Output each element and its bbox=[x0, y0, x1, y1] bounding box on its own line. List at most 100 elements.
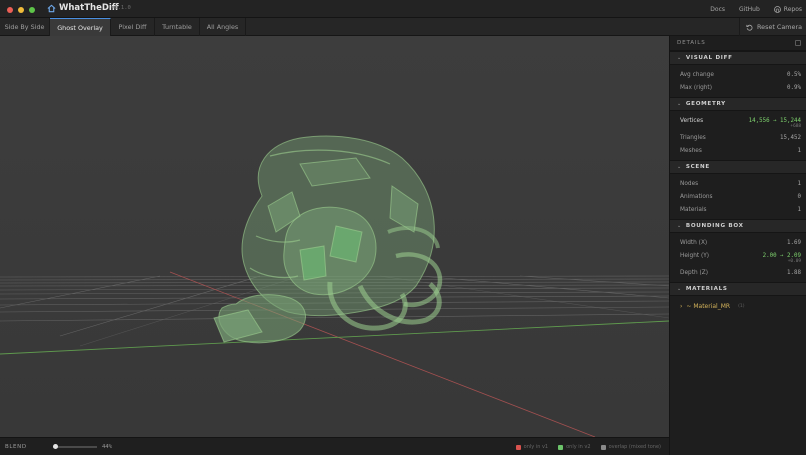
reset-camera-label: Reset Camera bbox=[757, 23, 802, 31]
section-bounding-box-title: BOUNDING BOX bbox=[685, 223, 744, 229]
vertices-value: 14,556 → 15,244 bbox=[748, 117, 801, 124]
app-title: WhatTheDiff bbox=[59, 3, 119, 13]
avg-change-row: Avg change 0.5% bbox=[670, 68, 806, 81]
chevron-down-icon: ⌄ bbox=[677, 164, 682, 170]
depth-value: 1.88 bbox=[787, 269, 801, 276]
depth-row: Depth (Z) 1.88 bbox=[670, 266, 806, 279]
max-change-label: Max (right) bbox=[680, 84, 712, 91]
docs-link[interactable]: Docs bbox=[710, 6, 725, 13]
tab-ghost-overlay[interactable]: Ghost Overlay bbox=[50, 18, 111, 36]
avg-change-label: Avg change bbox=[680, 71, 714, 78]
legend-only-v1-label: only in v1 bbox=[523, 444, 549, 450]
blend-label: BLEND bbox=[5, 444, 27, 450]
home-icon[interactable] bbox=[47, 4, 56, 13]
red-swatch-icon bbox=[515, 444, 521, 450]
github-link-label: GitHub bbox=[739, 5, 760, 13]
legend-overlap: overlap (mixed tone) bbox=[600, 444, 661, 450]
legend-only-v2-label: only in v2 bbox=[566, 444, 591, 450]
top-links: Docs GitHub Repos bbox=[710, 0, 802, 18]
view-mode-tabs: Side By Side Ghost Overlay Pixel Diff Tu… bbox=[0, 18, 806, 36]
nodes-row: Nodes 1 bbox=[670, 177, 806, 190]
scene-body: Nodes 1 Animations 0 Materials 1 bbox=[670, 174, 806, 219]
github-link[interactable]: GitHub bbox=[739, 6, 760, 13]
tab-all-angles[interactable]: All Angles bbox=[200, 18, 246, 36]
blend-slider-thumb[interactable] bbox=[53, 444, 58, 449]
chevron-down-icon: ⌄ bbox=[677, 55, 682, 61]
height-value: 2.00 → 2.09 bbox=[762, 252, 801, 259]
height-delta: +0.09 bbox=[787, 259, 801, 264]
section-visual-diff[interactable]: ⌄ VISUAL DIFF bbox=[670, 51, 806, 65]
scene-canvas[interactable] bbox=[0, 36, 669, 437]
nodes-value: 1 bbox=[797, 180, 802, 187]
tab-pixel-diff[interactable]: Pixel Diff bbox=[111, 18, 155, 36]
tab-side-by-side[interactable]: Side By Side bbox=[0, 18, 50, 36]
close-window-button[interactable] bbox=[7, 7, 13, 13]
nodes-label: Nodes bbox=[680, 180, 699, 187]
section-scene[interactable]: ⌄ SCENE bbox=[670, 160, 806, 174]
animations-row: Animations 0 bbox=[670, 190, 806, 203]
docs-link-label: Docs bbox=[710, 5, 725, 13]
section-geometry-title: GEOMETRY bbox=[685, 101, 726, 107]
sidebar-header: DETAILS bbox=[670, 36, 806, 51]
blend-bar: BLEND 44% only in v1 only in v2 overlap … bbox=[0, 437, 669, 455]
section-materials-title: MATERIALS bbox=[685, 286, 728, 292]
meshes-label: Meshes bbox=[680, 147, 702, 154]
height-label: Height (Y) bbox=[680, 252, 710, 259]
legend-only-v2: only in v2 bbox=[558, 444, 591, 450]
app-version: v0.1.0 bbox=[111, 5, 131, 11]
collapse-panel-icon[interactable] bbox=[795, 40, 801, 46]
materials-count-label: Materials bbox=[680, 206, 707, 213]
green-swatch-icon bbox=[558, 444, 564, 450]
material-item[interactable]: › ~ Material_MR (1) bbox=[670, 299, 806, 313]
depth-label: Depth (Z) bbox=[680, 269, 708, 276]
title-bar: WhatTheDiff v0.1.0 Docs GitHub Repos bbox=[0, 0, 806, 18]
max-change-value: 0.9% bbox=[787, 84, 801, 91]
materials-body: › ~ Material_MR (1) bbox=[670, 296, 806, 316]
max-change-row: Max (right) 0.9% bbox=[670, 81, 806, 94]
triangles-row: Triangles 15,452 bbox=[670, 131, 806, 144]
width-row: Width (X) 1.69 bbox=[670, 236, 806, 249]
avg-change-value: 0.5% bbox=[787, 71, 801, 78]
chevron-down-icon: ⌄ bbox=[677, 286, 682, 292]
section-bounding-box[interactable]: ⌄ BOUNDING BOX bbox=[670, 219, 806, 233]
visual-diff-body: Avg change 0.5% Max (right) 0.9% bbox=[670, 65, 806, 97]
reset-camera-button[interactable]: Reset Camera bbox=[739, 18, 802, 36]
3d-viewport[interactable] bbox=[0, 36, 669, 437]
section-materials[interactable]: ⌄ MATERIALS bbox=[670, 282, 806, 296]
width-label: Width (X) bbox=[680, 239, 708, 246]
details-sidebar: DETAILS ⌄ VISUAL DIFF Avg change 0.5% Ma… bbox=[669, 36, 806, 455]
vertices-delta: +688 bbox=[790, 124, 801, 129]
chevron-right-icon[interactable]: › bbox=[680, 303, 682, 310]
minimize-window-button[interactable] bbox=[18, 7, 24, 13]
materials-count-value: 1 bbox=[797, 206, 802, 213]
legend-overlap-label: overlap (mixed tone) bbox=[608, 444, 661, 450]
repos-link-label: Repos bbox=[783, 5, 802, 13]
section-visual-diff-title: VISUAL DIFF bbox=[685, 55, 733, 61]
blend-value: 44% bbox=[102, 444, 112, 450]
meshes-value: 1 bbox=[797, 147, 802, 154]
repos-link[interactable]: Repos bbox=[773, 5, 802, 13]
tab-turntable[interactable]: Turntable bbox=[155, 18, 200, 36]
materials-count-row: Materials 1 bbox=[670, 203, 806, 216]
material-count: (1) bbox=[738, 303, 745, 309]
vertices-label: Vertices bbox=[680, 117, 704, 124]
blend-slider-track[interactable] bbox=[53, 446, 97, 448]
section-scene-title: SCENE bbox=[685, 164, 710, 170]
width-value: 1.69 bbox=[787, 239, 801, 246]
maximize-window-button[interactable] bbox=[29, 7, 35, 13]
chevron-down-icon: ⌄ bbox=[677, 223, 682, 229]
animations-value: 0 bbox=[797, 193, 802, 200]
sidebar-title: DETAILS bbox=[677, 40, 706, 46]
gray-swatch-icon bbox=[600, 444, 606, 450]
triangles-label: Triangles bbox=[680, 134, 706, 141]
github-icon bbox=[773, 5, 781, 13]
bounding-box-body: Width (X) 1.69 Height (Y) 2.00 → 2.09 +0… bbox=[670, 233, 806, 282]
reset-icon bbox=[746, 24, 753, 31]
section-geometry[interactable]: ⌄ GEOMETRY bbox=[670, 97, 806, 111]
meshes-row: Meshes 1 bbox=[670, 144, 806, 157]
material-name: ~ Material_MR bbox=[686, 302, 731, 310]
legend-only-v1: only in v1 bbox=[515, 444, 549, 450]
diff-legend: only in v1 only in v2 overlap (mixed ton… bbox=[515, 438, 661, 455]
triangles-value: 15,452 bbox=[780, 134, 801, 141]
geometry-body: Vertices 14,556 → 15,244 +688 Triangles … bbox=[670, 111, 806, 160]
